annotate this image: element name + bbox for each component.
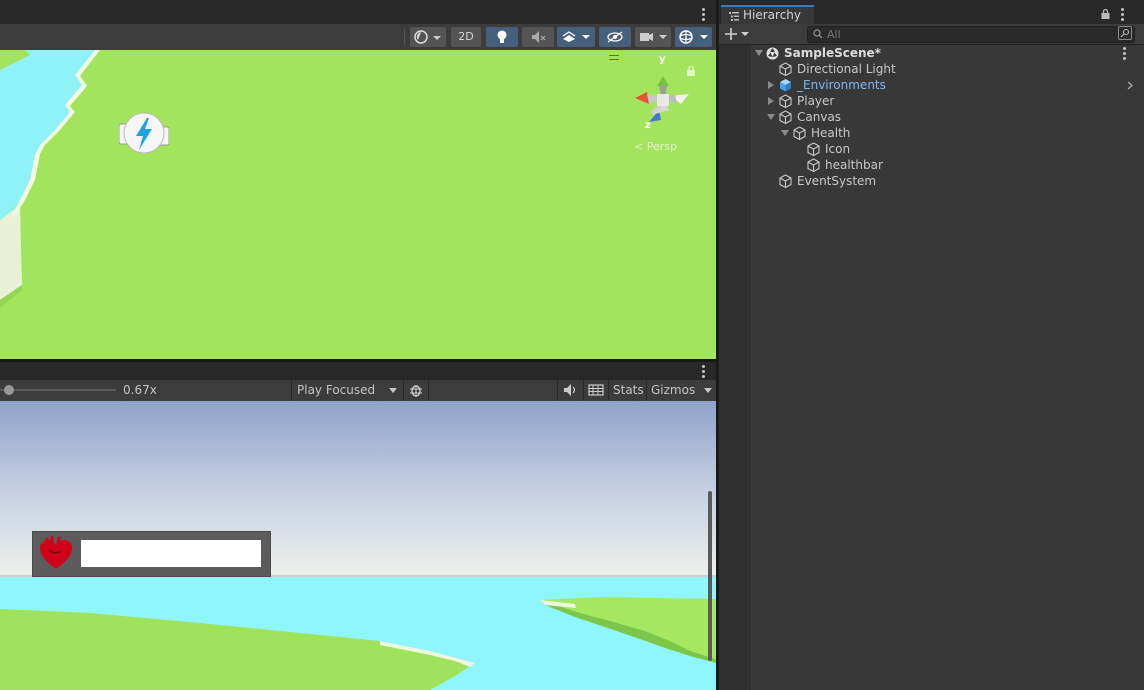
- scene-terrain: [0, 50, 716, 359]
- keyboard-icon[interactable]: [583, 380, 609, 401]
- scale-slider-handle[interactable]: [4, 385, 14, 395]
- mute-audio-icon[interactable]: [557, 380, 583, 401]
- scene-more-options-icon[interactable]: [1123, 47, 1126, 62]
- hierarchy-tab-bar: Hierarchy: [719, 0, 1144, 25]
- camera-icon[interactable]: [635, 27, 671, 47]
- expand-arrow-icon[interactable]: [768, 81, 774, 89]
- expand-arrow-icon[interactable]: [755, 50, 763, 56]
- scene-tab-bar: [0, 0, 716, 25]
- game-tab-bar: [0, 362, 716, 380]
- health-bar-fill: [81, 540, 261, 567]
- gameobject-cube-icon: [779, 110, 792, 124]
- hierarchy-item-label: Icon: [825, 142, 851, 156]
- chevron-left-icon: <: [634, 140, 644, 153]
- gizmo-axis-z-label: z: [645, 120, 651, 131]
- scene-toolbar: 2D: [0, 24, 716, 50]
- mode-2d-button[interactable]: 2D: [451, 27, 481, 47]
- hierarchy-tab-label: Hierarchy: [743, 8, 802, 22]
- play-mode-label: Play Focused: [297, 383, 376, 397]
- gizmos-label: Gizmos: [651, 383, 696, 397]
- projection-toggle[interactable]: < Persp: [634, 140, 677, 153]
- lightning-gizmo-icon[interactable]: [118, 110, 170, 156]
- health-panel: [32, 531, 271, 577]
- hierarchy-more-options-icon[interactable]: [1121, 8, 1124, 23]
- gameobject-cube-icon: [807, 158, 820, 172]
- add-object-button[interactable]: [725, 26, 751, 42]
- plus-icon: [725, 28, 749, 40]
- hierarchy-item-environments[interactable]: _Environments: [751, 77, 1143, 93]
- hierarchy-item-player[interactable]: Player: [751, 93, 1143, 109]
- play-mode-dropdown[interactable]: Play Focused: [291, 380, 403, 401]
- game-more-options-icon[interactable]: [702, 365, 705, 380]
- chevron-down-icon: [704, 388, 712, 393]
- gameobject-cube-icon: [793, 126, 806, 140]
- hierarchy-item-eventsystem[interactable]: EventSystem: [751, 173, 1143, 189]
- chevron-down-icon: [389, 388, 397, 393]
- search-placeholder: All: [827, 28, 841, 41]
- heart-icon: [37, 535, 75, 573]
- hierarchy-item-label: EventSystem: [797, 174, 877, 188]
- game-view[interactable]: [0, 401, 716, 690]
- search-options-icon[interactable]: [1118, 26, 1132, 40]
- visibility-icon[interactable]: [599, 27, 631, 47]
- scene-name: SampleScene*: [784, 46, 881, 60]
- hierarchy-item-icon[interactable]: Icon: [751, 141, 1143, 157]
- tab-hierarchy[interactable]: Hierarchy: [721, 5, 814, 25]
- hierarchy-gutter: [719, 45, 751, 690]
- search-icon: [813, 29, 823, 39]
- effects-icon[interactable]: [557, 27, 595, 47]
- hierarchy-item-label: Health: [811, 126, 851, 140]
- hierarchy-item-label: healthbar: [825, 158, 883, 172]
- scene-root-row[interactable]: SampleScene*: [751, 45, 1143, 61]
- bug-icon[interactable]: [403, 380, 429, 401]
- scale-slider-track[interactable]: [0, 389, 116, 391]
- hierarchy-item-label: Canvas: [797, 110, 842, 124]
- hierarchy-item-label: Player: [797, 94, 835, 108]
- gameobject-cube-icon: [779, 94, 792, 108]
- hierarchy-toolbar: All: [719, 24, 1144, 45]
- gameobject-cube-icon: [779, 62, 792, 76]
- gameobject-cube-icon: [779, 174, 792, 188]
- hierarchy-item-healthbar[interactable]: healthbar: [751, 157, 1143, 173]
- hierarchy-item-label: _Environments: [797, 78, 886, 92]
- stats-label: Stats: [613, 383, 644, 397]
- hierarchy-panel: Hierarchy All SampleScene* Directional L…: [718, 0, 1144, 690]
- hierarchy-item-label: Directional Light: [797, 62, 896, 76]
- hierarchy-item-health[interactable]: Health: [751, 125, 1143, 141]
- chevron-right-icon[interactable]: [1127, 81, 1133, 90]
- scene-more-options-icon[interactable]: [702, 8, 705, 23]
- gizmos-dropdown[interactable]: Gizmos: [646, 380, 717, 401]
- prefab-cube-icon: [780, 79, 791, 92]
- hierarchy-item-directional-light[interactable]: Directional Light: [751, 61, 1143, 77]
- game-view-scrollbar[interactable]: [708, 491, 712, 661]
- lighting-icon[interactable]: [486, 27, 518, 47]
- lock-icon[interactable]: [1101, 8, 1110, 19]
- gameobject-cube-icon: [807, 142, 820, 156]
- game-toolbar: 0.67x Play Focused Stats Gizmos: [0, 380, 716, 402]
- scene-view[interactable]: y z < Persp: [0, 50, 716, 359]
- expand-arrow-icon[interactable]: [768, 97, 774, 105]
- audio-icon[interactable]: [522, 27, 554, 47]
- expand-arrow-icon[interactable]: [781, 130, 789, 136]
- toolbar-separator: [404, 29, 405, 45]
- gizmos-icon[interactable]: [675, 27, 712, 47]
- draw-mode-icon[interactable]: [410, 27, 446, 47]
- projection-label: Persp: [646, 140, 677, 153]
- stats-button[interactable]: Stats: [608, 380, 647, 401]
- gizmo-axis-y-label: y: [659, 54, 666, 65]
- orientation-gizmo[interactable]: y z < Persp: [629, 54, 693, 153]
- unity-scene-icon: [766, 47, 779, 60]
- list-icon: [729, 12, 739, 21]
- scale-value: 0.67x: [123, 383, 157, 397]
- hierarchy-item-canvas[interactable]: Canvas: [751, 109, 1143, 125]
- gizmo-drag-handle-icon[interactable]: [609, 55, 619, 60]
- hierarchy-search-input[interactable]: All: [807, 26, 1135, 43]
- expand-arrow-icon[interactable]: [767, 114, 775, 120]
